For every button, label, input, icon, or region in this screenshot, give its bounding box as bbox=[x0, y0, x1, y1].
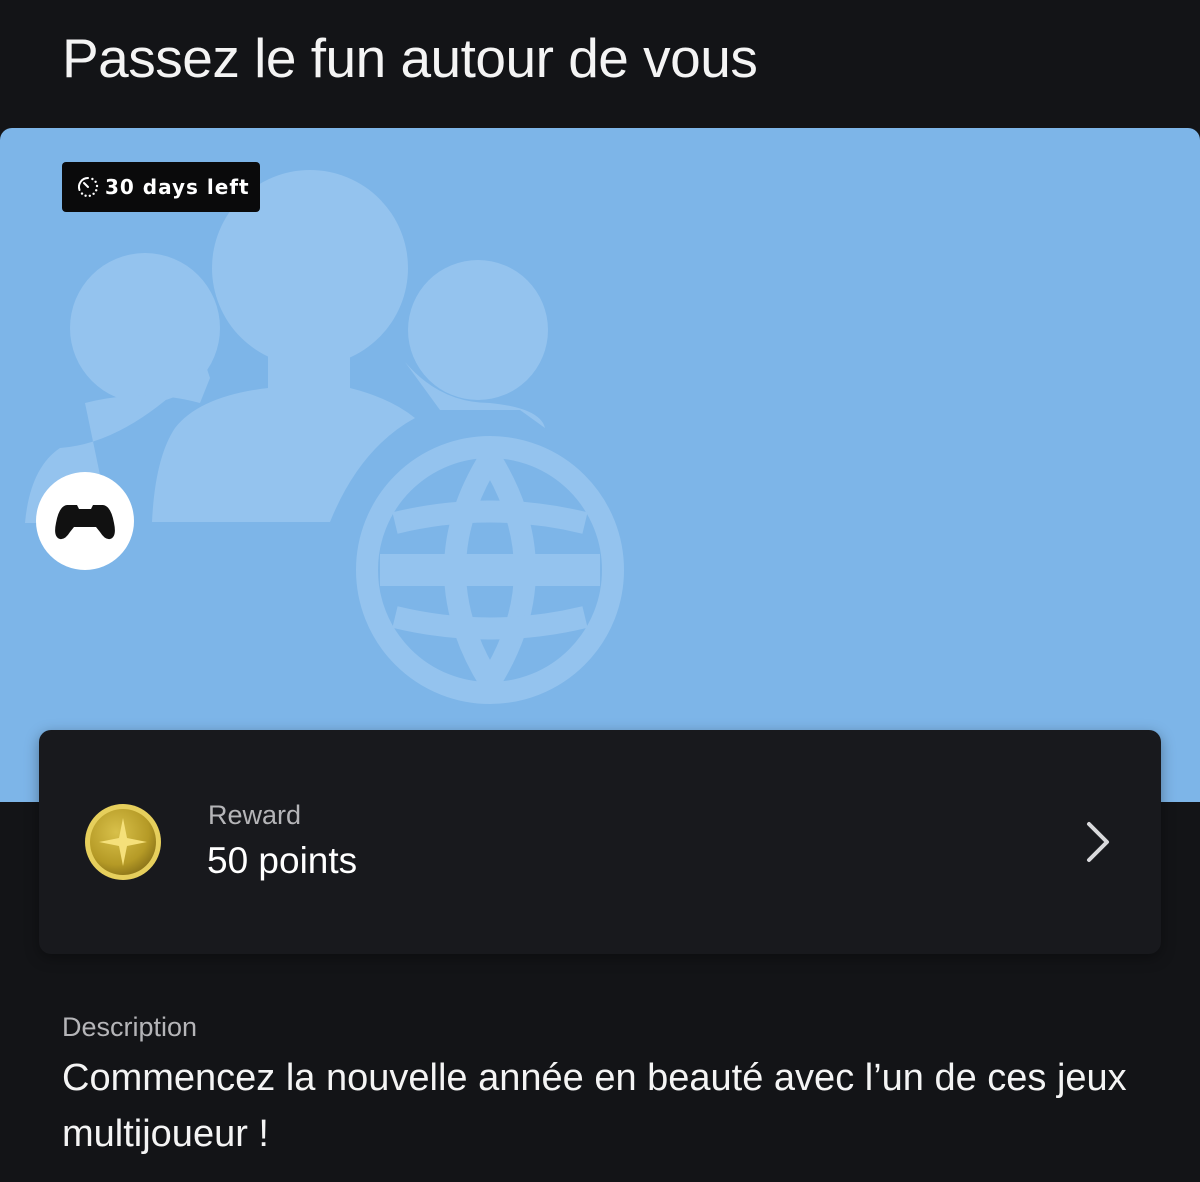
coin-star-icon bbox=[85, 804, 161, 880]
description-text: Commencez la nouvelle année en beauté av… bbox=[62, 1057, 1127, 1155]
hero-banner bbox=[0, 128, 1200, 802]
challenge-detail-screen: Passez le fun autour de vous 30 days lef… bbox=[0, 0, 1200, 1182]
chevron-right-icon[interactable] bbox=[1083, 820, 1113, 864]
page-title: Passez le fun autour de vous bbox=[62, 27, 758, 89]
timer-icon bbox=[78, 176, 99, 197]
reward-value: 50 points bbox=[207, 840, 358, 881]
controller-icon bbox=[55, 505, 115, 540]
days-left-badge: 30 days left bbox=[62, 162, 260, 212]
hero-artwork bbox=[0, 128, 1200, 802]
platform-badge bbox=[36, 472, 134, 570]
description-label: Description bbox=[62, 1012, 198, 1042]
reward-label: Reward bbox=[208, 800, 302, 830]
reward-card[interactable]: Reward 50 points bbox=[39, 730, 1161, 954]
days-left-text: 30 days left bbox=[105, 175, 250, 199]
